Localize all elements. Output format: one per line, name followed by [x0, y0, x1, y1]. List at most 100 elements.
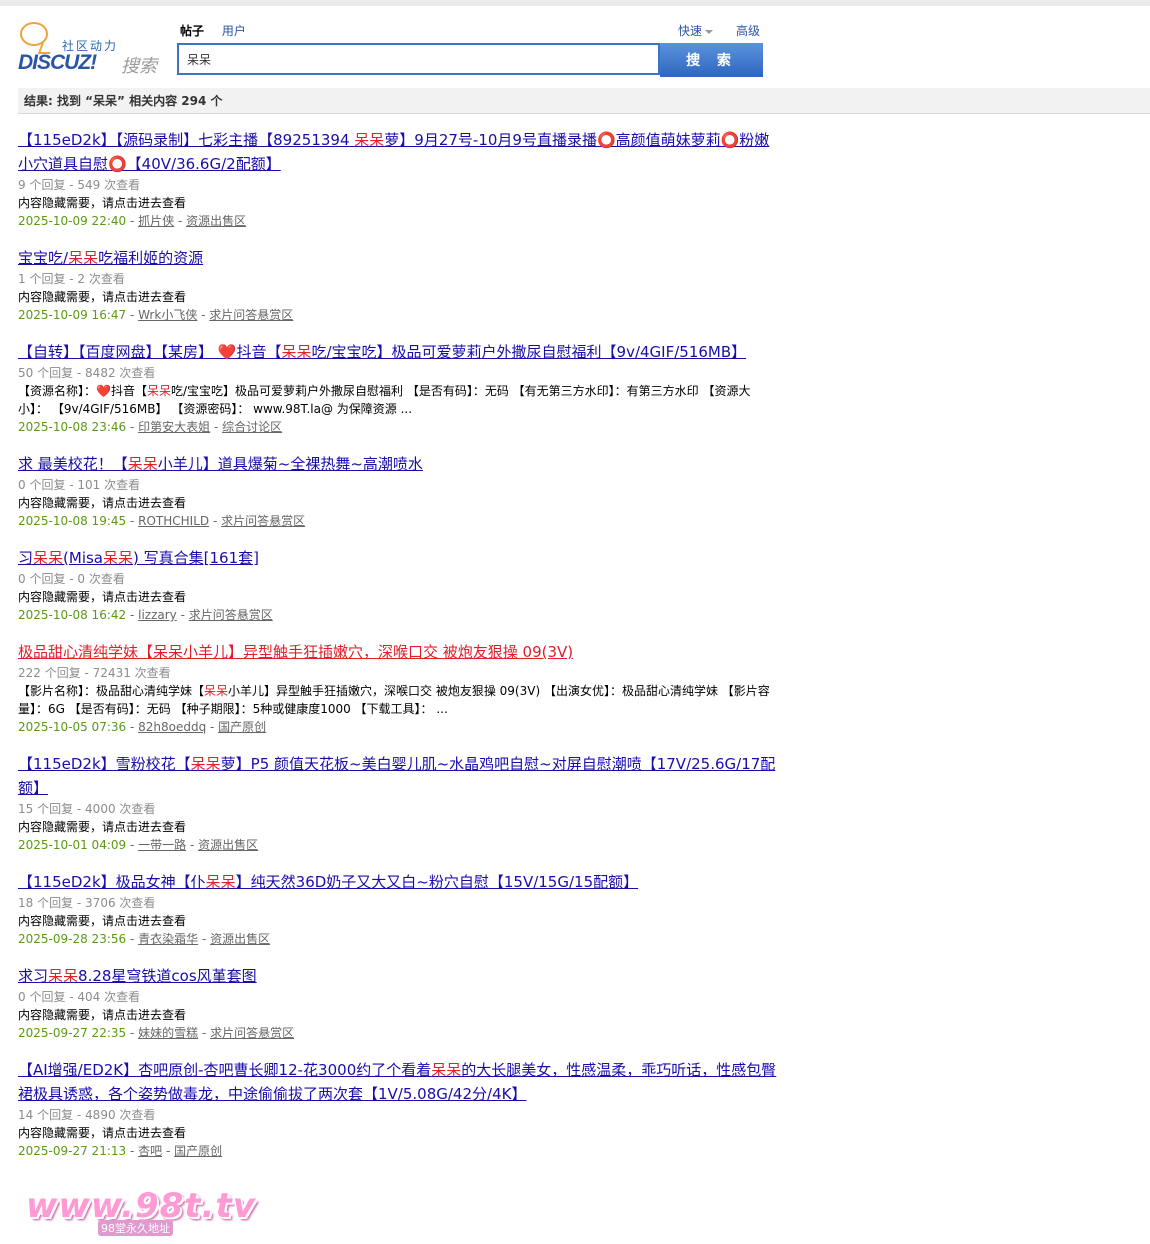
text-segment: 极品甜心清纯学妹【呆呆小羊儿】异型触手狂插嫩穴，深喉口交 被炮友狠操 09(3V…: [18, 643, 574, 661]
tab-posts[interactable]: 帖子: [180, 24, 204, 38]
result-title-link[interactable]: 求 最美校花！【呆呆小羊儿】道具爆菊~全裸热舞~高潮喷水: [18, 452, 778, 476]
result-author-link[interactable]: lizzary: [138, 608, 177, 622]
separator: -: [126, 514, 139, 528]
result-forum-link[interactable]: 求片问答悬赏区: [210, 1026, 294, 1040]
result-author-link[interactable]: 一带一路: [138, 838, 186, 852]
separator: -: [210, 420, 223, 434]
keyword-highlight: 呆呆: [127, 455, 158, 473]
text-segment: 吃/宝宝吃】极品可爱萝莉户外撒尿自慰福利【9v/4GIF/516MB】: [311, 343, 747, 361]
result-forum-link[interactable]: 求片问答悬赏区: [189, 608, 273, 622]
logo-brand: DISCUZ!: [18, 51, 97, 74]
separator: -: [206, 720, 219, 734]
text-segment: 【115eD2k】【源码录制】七彩主播【89251394: [18, 131, 355, 149]
result-stats: 0 个回复 - 404 次查看: [18, 990, 141, 1004]
result-date: 2025-10-09 16:47: [18, 308, 127, 322]
search-result-item: 【自转】【百度网盘】【某房】 ❤️抖音【呆呆吃/宝宝吃】极品可爱萝莉户外撒尿自慰…: [18, 340, 778, 436]
separator: -: [126, 720, 139, 734]
result-author-link[interactable]: 82h8oeddq: [138, 720, 206, 734]
result-date: 2025-10-08 19:45: [18, 514, 127, 528]
result-forum-link[interactable]: 求片问答悬赏区: [221, 514, 305, 528]
result-info: 2025-10-08 23:46 - 印第安大表姐 - 综合讨论区: [18, 418, 778, 436]
result-title-link[interactable]: 【115eD2k】雪粉校花【呆呆萝】P5 颜值天花板~美白婴儿肌~水晶鸡吧自慰~…: [18, 752, 778, 800]
result-title-link[interactable]: 【115eD2k】【源码录制】七彩主播【89251394 呆呆萝】9月27号-1…: [18, 128, 778, 176]
search-results-list: 【115eD2k】【源码录制】七彩主播【89251394 呆呆萝】9月27号-1…: [18, 128, 778, 1176]
text-segment: 宝宝吃/: [18, 249, 69, 267]
keyword-highlight: 呆呆: [146, 384, 171, 398]
result-author-link[interactable]: ROTHCHILD: [138, 514, 209, 528]
search-button[interactable]: 搜 索: [660, 43, 763, 77]
separator: -: [126, 420, 139, 434]
text-segment: 习: [18, 549, 34, 567]
text-segment: (Misa: [63, 549, 103, 567]
separator: -: [126, 1026, 139, 1040]
result-date: 2025-09-27 22:35: [18, 1026, 127, 1040]
text-segment: 内容隐藏需要，请点击进去查看: [18, 820, 187, 834]
result-snippet: 内容隐藏需要，请点击进去查看: [18, 1124, 778, 1142]
text-segment: 求 最美校花！【: [18, 455, 128, 473]
result-title-link[interactable]: 【AI增强/ED2K】杏吧原创-杏吧曹长卿12-花3000约了个看着呆呆的大长腿…: [18, 1058, 778, 1106]
result-author-link[interactable]: 杏吧: [138, 1144, 162, 1158]
result-author-link[interactable]: 印第安大表姐: [138, 420, 210, 434]
search-result-item: 求 最美校花！【呆呆小羊儿】道具爆菊~全裸热舞~高潮喷水 0 个回复 - 101 …: [18, 452, 778, 530]
top-strip: [0, 0, 1150, 6]
text-segment: 【自转】【百度网盘】【某房】 ❤️抖音【: [18, 343, 282, 361]
separator: -: [198, 932, 211, 946]
quick-search-dropdown[interactable]: 快速: [678, 22, 714, 39]
result-date: 2025-09-28 23:56: [18, 932, 127, 946]
advanced-search-link[interactable]: 高级: [736, 22, 760, 39]
result-snippet: 【资源名称】：❤️抖音【呆呆吃/宝宝吃】极品可爱萝莉户外撒尿自慰福利 【是否有码…: [18, 382, 778, 418]
search-result-item: 习呆呆(Misa呆呆) 写真合集[161套] 0 个回复 - 0 次查看内容隐藏需…: [18, 546, 778, 624]
result-forum-link[interactable]: 资源出售区: [198, 838, 258, 852]
result-title-link[interactable]: 【自转】【百度网盘】【某房】 ❤️抖音【呆呆吃/宝宝吃】极品可爱萝莉户外撒尿自慰…: [18, 340, 778, 364]
result-info: 2025-10-09 16:47 - Wrk小飞侠 - 求片问答悬赏区: [18, 306, 778, 324]
result-snippet: 内容隐藏需要，请点击进去查看: [18, 494, 778, 512]
tab-users[interactable]: 用户: [222, 24, 246, 38]
result-forum-link[interactable]: 求片问答悬赏区: [209, 308, 293, 322]
result-snippet: 内容隐藏需要，请点击进去查看: [18, 194, 778, 212]
separator: -: [126, 838, 139, 852]
text-segment: 内容隐藏需要，请点击进去查看: [18, 1126, 187, 1140]
result-info: 2025-09-27 21:13 - 杏吧 - 国产原创: [18, 1142, 778, 1160]
result-title-link[interactable]: 宝宝吃/呆呆吃福利姬的资源: [18, 246, 778, 270]
separator: -: [198, 1026, 211, 1040]
text-segment: 内容隐藏需要，请点击进去查看: [18, 496, 187, 510]
result-stats: 14 个回复 - 4890 次查看: [18, 1108, 156, 1122]
result-date: 2025-10-08 16:42: [18, 608, 127, 622]
result-author-link[interactable]: 妹妹的雪糕: [138, 1026, 198, 1040]
keyword-highlight: 呆呆: [68, 249, 99, 267]
discuz-search-logo[interactable]: 社区动力 DISCUZ! 搜索: [18, 20, 163, 77]
result-forum-link[interactable]: 资源出售区: [210, 932, 270, 946]
separator: -: [176, 608, 189, 622]
result-stats: 15 个回复 - 4000 次查看: [18, 802, 156, 816]
result-forum-link[interactable]: 国产原创: [174, 1144, 222, 1158]
result-summary: 结果: 找到 “呆呆” 相关内容 294 个: [18, 88, 1150, 114]
keyword-highlight: 呆呆: [281, 343, 312, 361]
result-forum-link[interactable]: 国产原创: [218, 720, 266, 734]
result-stats: 50 个回复 - 8482 次查看: [18, 366, 156, 380]
result-title-link[interactable]: 极品甜心清纯学妹【呆呆小羊儿】异型触手狂插嫩穴，深喉口交 被炮友狠操 09(3V…: [18, 640, 778, 664]
result-date: 2025-09-27 21:13: [18, 1144, 127, 1158]
result-author-link[interactable]: Wrk小飞侠: [138, 308, 197, 322]
keyword-highlight: 呆呆: [354, 131, 385, 149]
result-snippet: 内容隐藏需要，请点击进去查看: [18, 818, 778, 836]
keyword-highlight: 呆呆: [205, 873, 236, 891]
text-segment: 内容隐藏需要，请点击进去查看: [18, 290, 187, 304]
search-result-item: 【115eD2k】【源码录制】七彩主播【89251394 呆呆萝】9月27号-1…: [18, 128, 778, 230]
result-forum-link[interactable]: 综合讨论区: [222, 420, 282, 434]
result-forum-link[interactable]: 资源出售区: [186, 214, 246, 228]
result-title-link[interactable]: 习呆呆(Misa呆呆) 写真合集[161套]: [18, 546, 778, 570]
search-result-item: 求习呆呆8.28星穹铁道cos风堇套图 0 个回复 - 404 次查看内容隐藏需要…: [18, 964, 778, 1042]
search-input[interactable]: [177, 43, 660, 75]
keyword-highlight: 呆呆: [190, 755, 221, 773]
result-title-link[interactable]: 求习呆呆8.28星穹铁道cos风堇套图: [18, 964, 778, 988]
result-snippet: 内容隐藏需要，请点击进去查看: [18, 588, 778, 606]
result-title-link[interactable]: 【115eD2k】极品女神【仆呆呆】纯天然36D奶子又大又白~粉穴自慰【15V/…: [18, 870, 778, 894]
text-segment: 【115eD2k】雪粉校花【: [18, 755, 191, 773]
result-author-link[interactable]: 抓片侠: [138, 214, 174, 228]
result-info: 2025-09-27 22:35 - 妹妹的雪糕 - 求片问答悬赏区: [18, 1024, 778, 1042]
text-segment: 内容隐藏需要，请点击进去查看: [18, 196, 187, 210]
result-stats: 0 个回复 - 0 次查看: [18, 572, 125, 586]
result-author-link[interactable]: 青衣染霜华: [138, 932, 198, 946]
result-stats: 1 个回复 - 2 次查看: [18, 272, 125, 286]
result-snippet: 内容隐藏需要，请点击进去查看: [18, 1006, 778, 1024]
